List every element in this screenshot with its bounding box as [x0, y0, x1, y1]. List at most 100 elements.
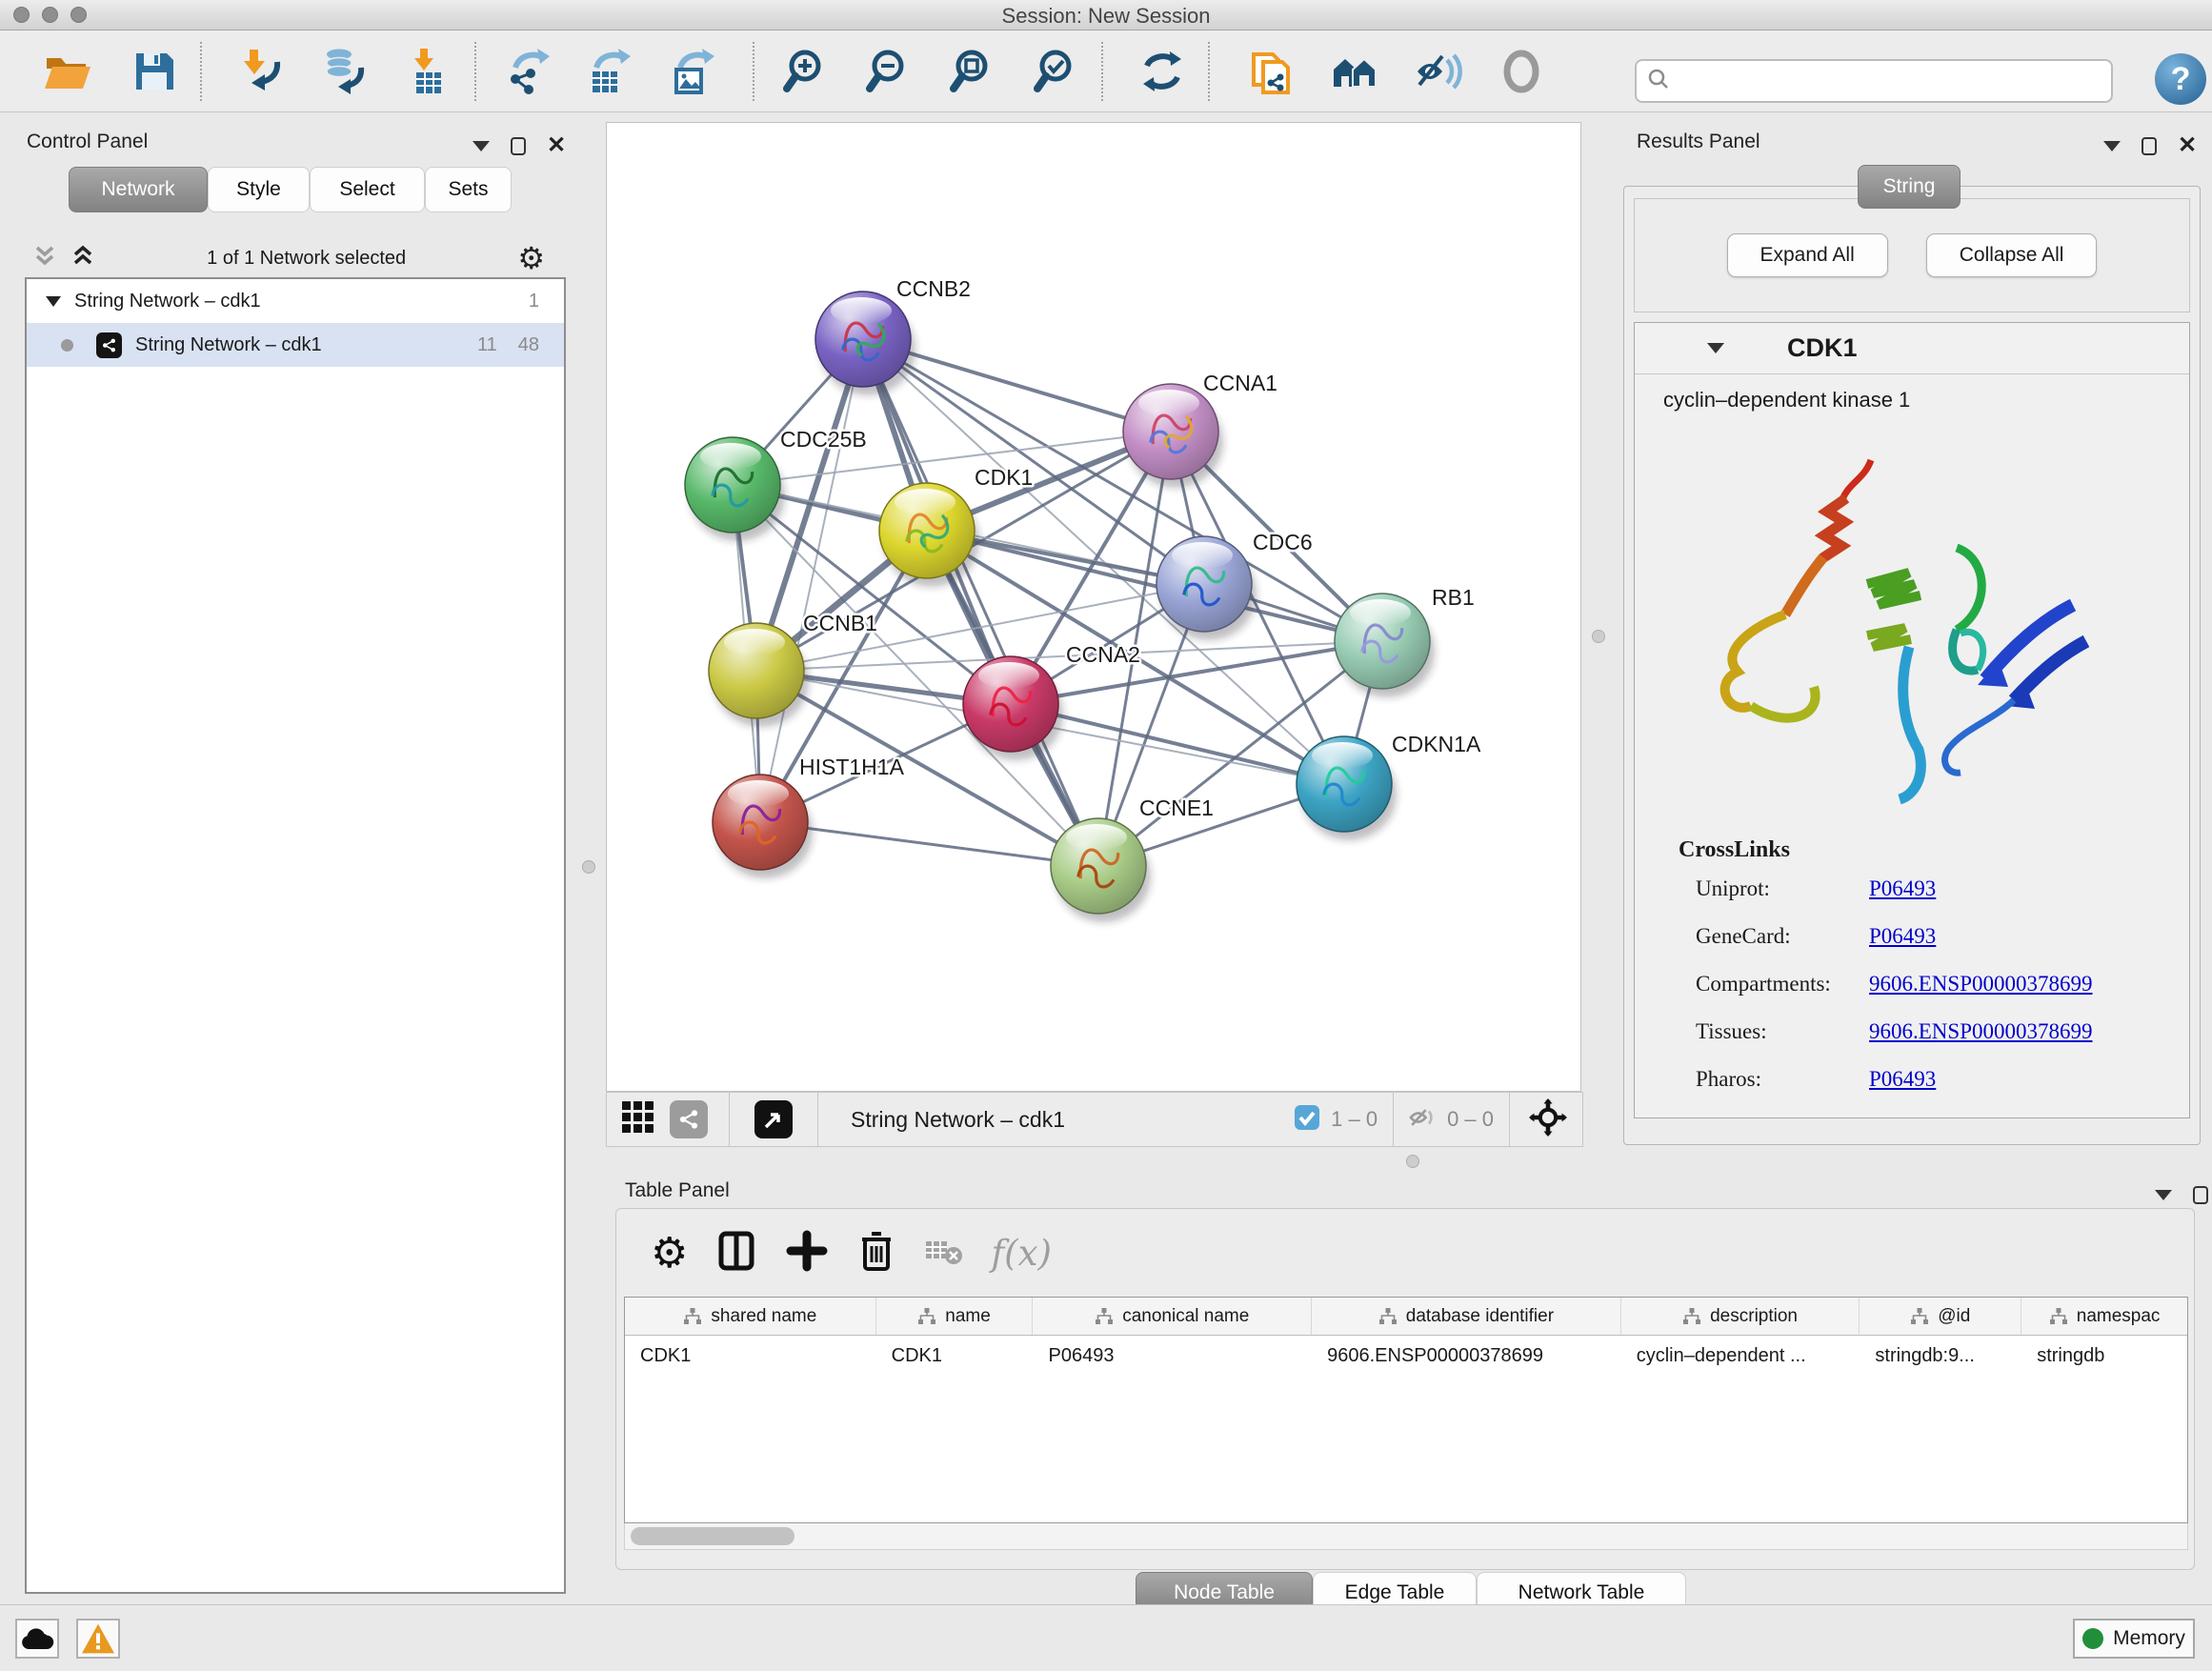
column-header[interactable]: canonical name — [1033, 1298, 1312, 1335]
app-home-icon[interactable] — [1328, 45, 1381, 98]
zoom-fit-icon[interactable] — [947, 45, 1000, 98]
zoom-selected-icon[interactable] — [1031, 45, 1084, 98]
birdseye-view-icon[interactable] — [754, 1100, 793, 1138]
crosslink-label: Compartments: — [1679, 972, 1869, 997]
tab-string-results[interactable]: String — [1858, 165, 1961, 209]
scrollbar-thumb[interactable] — [631, 1527, 794, 1545]
column-header[interactable]: name — [876, 1298, 1034, 1335]
network-collection-row[interactable]: String Network – cdk1 1 — [27, 279, 564, 323]
gene-section-header[interactable]: CDK1 — [1635, 323, 2189, 374]
node-label-CDKN1A: CDKN1A — [1392, 732, 1481, 756]
float-panel-icon[interactable] — [511, 137, 526, 155]
cloud-icon — [20, 1625, 54, 1652]
column-header[interactable]: shared name — [625, 1298, 876, 1335]
delete-column-trash-icon[interactable] — [855, 1229, 897, 1278]
genecard-link[interactable]: P06493 — [1869, 924, 1936, 949]
pharos-link[interactable]: P06493 — [1869, 1067, 1936, 1092]
crosslink-label: Uniprot: — [1679, 876, 1869, 901]
crosslinks-section: CrossLinks Uniprot:P06493 GeneCard:P0649… — [1635, 837, 2189, 1092]
import-network-database-icon[interactable] — [316, 45, 370, 98]
network-edge-count: 48 — [518, 334, 539, 356]
network-canvas[interactable]: CCNB2CCNA1CDC25BCDK1CDC6RB1CCNB1CCNA2CDK… — [606, 122, 1581, 1092]
compartments-link[interactable]: 9606.ENSP00000378699 — [1869, 972, 2093, 997]
edge-CCNB2-CCNE1[interactable] — [863, 339, 1098, 866]
zoom-in-icon[interactable] — [780, 45, 834, 98]
tab-select[interactable]: Select — [310, 167, 425, 212]
close-panel-icon[interactable]: ✕ — [2178, 134, 2197, 157]
tab-network[interactable]: Network — [69, 167, 208, 212]
node-CCNB2[interactable]: CCNB2 — [815, 276, 971, 395]
node-CDC25B[interactable]: CDC25B — [685, 427, 867, 541]
collapse-panel-icon[interactable] — [473, 141, 490, 151]
export-image-icon[interactable] — [669, 45, 722, 98]
column-header[interactable]: @id — [1860, 1298, 2021, 1335]
collapse-all-button[interactable]: Collapse All — [1926, 233, 2098, 277]
memory-button[interactable]: Memory — [2073, 1619, 2195, 1659]
cloud-status-button[interactable] — [15, 1619, 59, 1659]
table-row[interactable]: CDK1 CDK1 P06493 9606.ENSP00000378699 cy… — [625, 1336, 2187, 1376]
collapse-all-networks-icon[interactable] — [32, 244, 57, 273]
node-CCNB1[interactable]: CCNB1 — [709, 611, 877, 727]
create-column-icon[interactable] — [785, 1229, 829, 1278]
network-row[interactable]: String Network – cdk1 11 48 — [27, 323, 564, 367]
help-button[interactable]: ? — [2155, 53, 2206, 105]
grid-view-icon[interactable] — [620, 1099, 656, 1140]
node-CCNA1[interactable]: CCNA1 — [1123, 371, 1277, 488]
node-label-CCNA2: CCNA2 — [1066, 642, 1140, 667]
toolbar-separator — [200, 42, 202, 101]
right-splitter-handle[interactable] — [1592, 630, 1605, 643]
section-expander-icon[interactable] — [1707, 343, 1724, 353]
expand-all-networks-icon[interactable] — [70, 244, 95, 273]
close-panel-icon[interactable]: ✕ — [547, 134, 566, 157]
column-header[interactable]: database identifier — [1312, 1298, 1621, 1335]
refresh-layout-icon[interactable] — [1136, 45, 1189, 98]
save-session-icon[interactable] — [128, 45, 181, 98]
delete-table-icon — [924, 1234, 964, 1273]
search-icon — [1646, 67, 1671, 96]
node-RB1[interactable]: RB1 — [1335, 585, 1475, 697]
protein-structure-image — [1663, 414, 2140, 834]
table-horizontal-scrollbar[interactable] — [624, 1523, 2188, 1550]
network-from-clipboard-icon[interactable] — [1244, 45, 1297, 98]
bottom-splitter-handle[interactable] — [1406, 1155, 1419, 1168]
export-network-icon[interactable] — [504, 45, 557, 98]
expand-all-button[interactable]: Expand All — [1727, 233, 1888, 277]
edge-CCNB2-HIST1H1A[interactable] — [760, 339, 863, 822]
float-panel-icon[interactable] — [2142, 137, 2157, 155]
collapse-panel-icon[interactable] — [2103, 141, 2121, 151]
network-share-icon[interactable] — [670, 1100, 708, 1138]
string-results-card: Expand All Collapse All CDK1 cyclin–depe… — [1623, 186, 2201, 1145]
node-CDC6[interactable]: CDC6 — [1156, 530, 1313, 640]
table-panel-title: Table Panel — [625, 1179, 730, 1202]
column-header[interactable]: description — [1621, 1298, 1860, 1335]
hidden-eye-icon[interactable] — [1407, 1101, 1439, 1138]
tissues-link[interactable]: 9606.ENSP00000378699 — [1869, 1019, 2093, 1044]
center-view-crosshair-icon[interactable] — [1529, 1098, 1567, 1141]
node-CDKN1A[interactable]: CDKN1A — [1297, 732, 1481, 840]
column-header[interactable]: namespac — [2021, 1298, 2187, 1335]
left-splitter-handle[interactable] — [582, 860, 595, 874]
search-input[interactable] — [1679, 70, 2111, 92]
uniprot-link[interactable]: P06493 — [1869, 876, 1936, 901]
selected-checkbox-icon[interactable] — [1293, 1103, 1321, 1137]
show-columns-icon[interactable] — [714, 1229, 758, 1278]
import-network-file-icon[interactable] — [234, 45, 288, 98]
float-panel-icon[interactable] — [2193, 1186, 2208, 1204]
collection-expander-icon[interactable] — [46, 296, 61, 307]
tab-style[interactable]: Style — [208, 167, 310, 212]
network-options-gear-icon[interactable]: ⚙ — [517, 240, 545, 276]
show-all-eye-icon[interactable] — [1495, 45, 1548, 98]
open-session-icon[interactable] — [40, 45, 93, 98]
gene-section: CDK1 cyclin–dependent kinase 1 — [1634, 322, 2190, 1118]
warnings-button[interactable] — [76, 1619, 120, 1659]
export-table-icon[interactable] — [585, 45, 638, 98]
hide-selected-icon[interactable] — [1412, 45, 1465, 98]
memory-status-dot — [2082, 1628, 2103, 1649]
zoom-out-icon[interactable] — [863, 45, 916, 98]
collapse-panel-icon[interactable] — [2155, 1190, 2172, 1200]
import-table-file-icon[interactable] — [402, 45, 455, 98]
control-panel-title: Control Panel — [27, 131, 148, 153]
table-options-gear-icon[interactable]: ⚙ — [651, 1229, 688, 1278]
node-HIST1H1A[interactable]: HIST1H1A — [713, 755, 905, 878]
tab-sets[interactable]: Sets — [425, 167, 512, 212]
